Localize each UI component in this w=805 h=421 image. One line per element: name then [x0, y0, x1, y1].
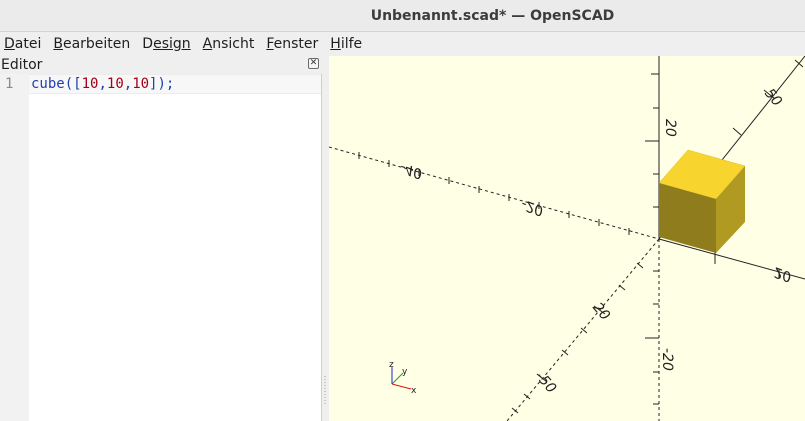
x-axis-label-20: 20	[772, 263, 794, 284]
axes-gizmo: x y z	[389, 360, 417, 396]
3d-viewport[interactable]: -40 -20 20 20 50 20 -20 -50 x y z	[329, 56, 805, 421]
editor-panel: Editor ✕ 1 cube([10,10,10]);	[0, 56, 322, 421]
x-axis-negative	[329, 146, 660, 240]
menu-fenster[interactable]: Fenster	[261, 36, 325, 52]
menu-design[interactable]: Design	[137, 36, 197, 52]
menu-bearbeiten[interactable]: Bearbeiten	[48, 36, 137, 52]
window-title: Unbenannt.scad* — OpenSCAD	[370, 7, 615, 24]
menu-bar: Datei Bearbeiten Design Ansicht Fenster …	[0, 32, 805, 56]
menu-hilfe[interactable]: Hilfe	[325, 36, 369, 52]
code-editor[interactable]: 1 cube([10,10,10]);	[0, 74, 322, 421]
panel-splitter[interactable]	[322, 56, 329, 421]
close-icon[interactable]: ✕	[308, 58, 319, 69]
y-axis-label-20: 20	[589, 300, 613, 324]
z-axis-ticks	[645, 73, 659, 405]
z-axis-label-neg20: -20	[659, 348, 675, 371]
menu-datei[interactable]: Datei	[0, 36, 48, 52]
gizmo-x-label: x	[411, 386, 417, 396]
scene-canvas[interactable]: -40 -20 20 20 50 20 -20 -50 x y z	[329, 56, 805, 421]
line-number: 1	[5, 76, 14, 92]
y-axis-label-neg50: -50	[532, 369, 559, 397]
gizmo-y-label: y	[402, 367, 408, 377]
code-line[interactable]: cube([10,10,10]);	[31, 76, 174, 92]
line-number-gutter: 1	[0, 74, 29, 421]
title-bar: Unbenannt.scad* — OpenSCAD	[0, 0, 805, 32]
x-axis-label-neg40: -40	[398, 159, 425, 182]
x-axis-label-neg20: -20	[519, 196, 546, 219]
editor-header: Editor ✕	[0, 56, 322, 74]
splitter-grip	[324, 376, 326, 406]
editor-title: Editor	[1, 57, 43, 73]
gizmo-z-label: z	[389, 360, 394, 370]
menu-ansicht[interactable]: Ansicht	[198, 36, 262, 52]
z-axis-label-20: 20	[662, 119, 678, 137]
